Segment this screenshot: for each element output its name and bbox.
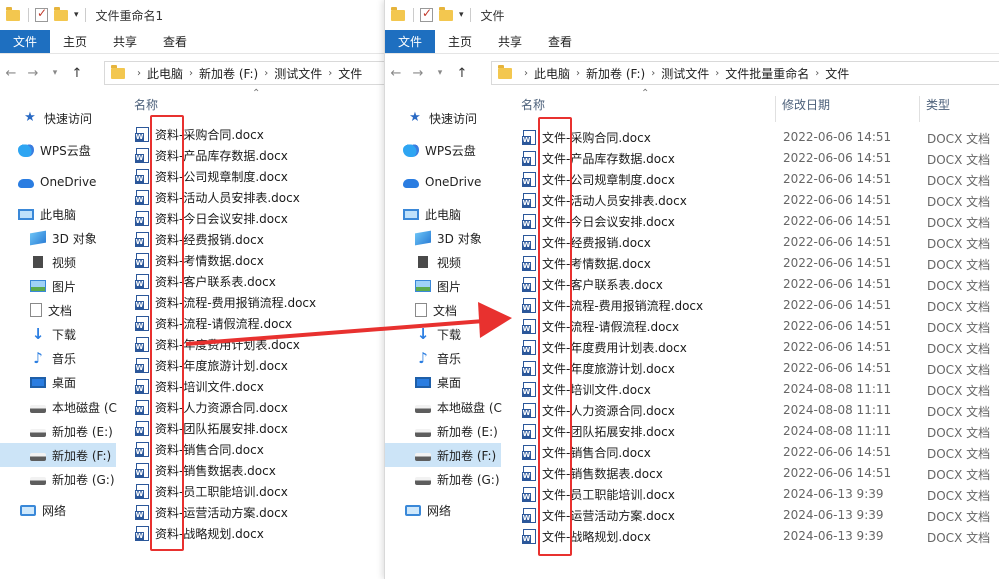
arrow-icon bbox=[185, 302, 512, 346]
